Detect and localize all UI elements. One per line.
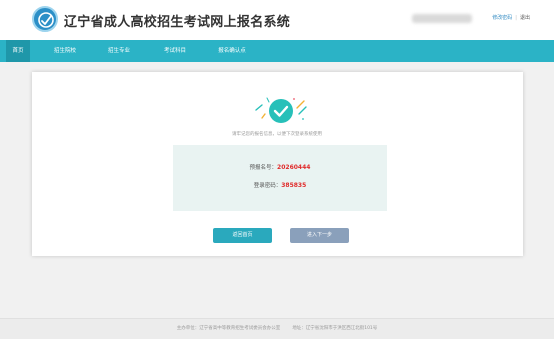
registration-info-box: 预报名号：20260444 登录密码：385835 (173, 145, 387, 211)
change-password-link[interactable]: 修改密码 (492, 15, 512, 21)
nav-item-subjects[interactable]: 考试科目 (155, 40, 195, 62)
header: 辽宁省成人高校招生考试网上报名系统 修改密码 | 退出 (0, 0, 554, 40)
link-separator: | (515, 15, 517, 21)
back-home-button[interactable]: 返回首页 (213, 228, 272, 243)
nav-item-colleges[interactable]: 招生院校 (45, 40, 85, 62)
user-info-blurred (412, 14, 472, 23)
next-step-button[interactable]: 进入下一步 (290, 228, 349, 243)
register-number-label: 预报名号： (249, 165, 278, 171)
nav-item-confirm-points[interactable]: 报名确认点 (209, 40, 255, 62)
password-value: 385835 (281, 182, 307, 189)
nav-item-majors[interactable]: 招生专业 (99, 40, 139, 62)
footer-text: 主办单位：辽宁省高中等教育招生考试委员会办公室 地址：辽宁省沈阳市于洪区西江北街1… (0, 325, 554, 331)
footer-organizer: 主办单位：辽宁省高中等教育招生考试委员会办公室 (176, 326, 281, 331)
footer-address: 地址：辽宁省沈阳市于洪区西江北街101号 (292, 326, 378, 331)
nav-item-home[interactable]: 首页 (6, 40, 30, 62)
register-number-value: 20260444 (277, 164, 311, 171)
password-label: 登录密码： (253, 183, 282, 189)
user-links: 修改密码 | 退出 (492, 14, 530, 21)
result-hint: 请牢记您的报名信息，以便下次登录系统使用 (232, 132, 322, 137)
site-logo-icon (32, 6, 58, 32)
logout-link[interactable]: 退出 (520, 15, 530, 21)
footer: 主办单位：辽宁省高中等教育招生考试委员会办公室 地址：辽宁省沈阳市于洪区西江北街1… (0, 318, 554, 339)
success-check-icon (253, 94, 309, 132)
main-nav: 首页 招生院校 招生专业 考试科目 报名确认点 (0, 40, 554, 62)
site-title: 辽宁省成人高校招生考试网上报名系统 (64, 15, 291, 30)
password-line: 登录密码：385835 (173, 181, 387, 189)
register-number-line: 预报名号：20260444 (173, 163, 387, 171)
